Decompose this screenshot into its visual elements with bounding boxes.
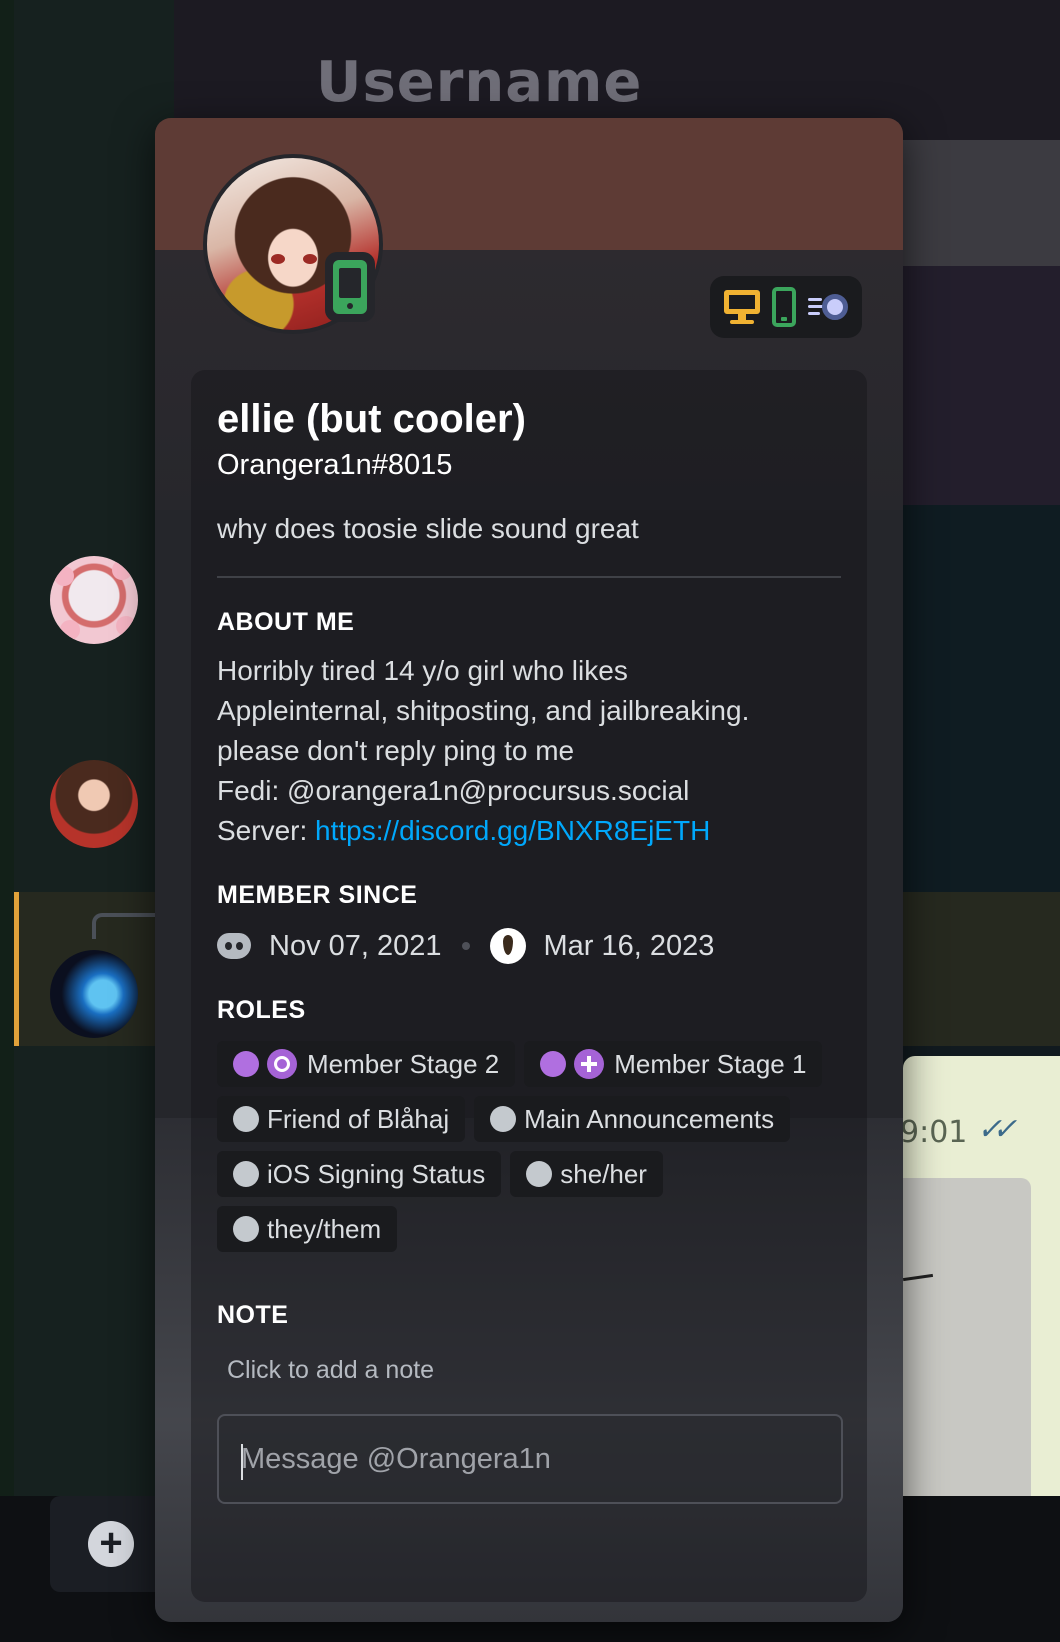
chat-timestamp: 9:01: [900, 1115, 968, 1150]
role-name: iOS Signing Status: [267, 1158, 486, 1189]
about-me-line: Appleinternal, shitposting, and jailbrea…: [217, 695, 750, 726]
role-pill[interactable]: iOS Signing Status: [217, 1151, 502, 1197]
role-color-dot[interactable]: [233, 1106, 259, 1132]
display-name: ellie (but cooler): [217, 397, 526, 441]
discord-logo-icon: [217, 933, 251, 959]
role-pill[interactable]: she/her: [510, 1151, 663, 1197]
separator-dot: [461, 942, 470, 950]
nitro-speed-line: [808, 298, 822, 301]
about-me-text: Horribly tired 14 y/o girl who likes App…: [217, 651, 841, 851]
message-author-avatar[interactable]: [50, 556, 138, 644]
desktop-icon[interactable]: [724, 290, 760, 324]
message-author-avatar[interactable]: [50, 950, 138, 1038]
profile-info-card: ellie (but cooler) Orangera1n#8015 why d…: [191, 370, 867, 1602]
avatar-eye: [303, 254, 317, 264]
about-me-line: Fedi: @orangera1n@procursus.social: [217, 775, 690, 806]
avatar-flower: [60, 620, 80, 640]
reply-connector: [92, 913, 162, 939]
role-ring-icon: [267, 1049, 297, 1079]
nitro-ring: [822, 294, 848, 320]
mobile-icon[interactable]: [772, 287, 796, 327]
direct-message-box[interactable]: [217, 1414, 843, 1504]
role-color-dot[interactable]: [233, 1161, 259, 1187]
nitro-icon[interactable]: [808, 292, 848, 322]
discord-join-date: Nov 07, 2021: [269, 929, 442, 962]
role-name: Friend of Blåhaj: [267, 1103, 450, 1134]
header-bar: [903, 140, 1060, 266]
role-name: Member Stage 2: [307, 1048, 500, 1079]
role-color-dot[interactable]: [233, 1216, 259, 1242]
role-name: Main Announcements: [524, 1103, 775, 1134]
device-badges: [710, 276, 862, 338]
message-author-avatar[interactable]: [50, 760, 138, 848]
user-tag[interactable]: Orangera1n#8015: [217, 448, 841, 482]
role-pill[interactable]: Member Stage 2: [217, 1041, 516, 1087]
server-invite-link[interactable]: https://discord.gg/BNXR8EjETH: [315, 815, 710, 846]
text-caret: [241, 1444, 243, 1480]
server-join-date: Mar 16, 2023: [543, 929, 715, 962]
note-title: Note: [217, 1301, 289, 1329]
channel-header-title: Username: [316, 50, 643, 115]
avatar-flower: [112, 560, 132, 580]
roles-list: Member Stage 2 Member Stage 1 Friend of …: [217, 1041, 857, 1261]
role-plus-icon: [574, 1049, 605, 1079]
roles-title: Roles: [217, 996, 306, 1024]
role-pill[interactable]: Friend of Blåhaj: [217, 1096, 466, 1142]
user-profile-popout: ellie (but cooler) Orangera1n#8015 why d…: [155, 118, 903, 1622]
avatar-flower: [116, 616, 136, 636]
read-receipt-icon: ✓✓: [977, 1113, 1017, 1146]
desktop-foot: [730, 320, 754, 324]
about-me-line: Server: https://discord.gg/BNXR8EjETH: [217, 811, 841, 851]
avatar-eye: [271, 254, 285, 264]
divider: [217, 576, 841, 578]
about-me-title: About Me: [217, 608, 355, 636]
desktop-screen: [724, 290, 760, 314]
role-pill[interactable]: Member Stage 1: [524, 1041, 823, 1087]
nitro-speed-line: [808, 312, 820, 315]
role-name: they/them: [267, 1213, 382, 1244]
role-pill[interactable]: they/them: [217, 1206, 398, 1252]
member-since-title: Member Since: [217, 881, 418, 909]
avatar-flower: [54, 566, 74, 586]
add-attachment-button[interactable]: +: [88, 1521, 134, 1567]
attachment-photo: [903, 1178, 1031, 1496]
role-color-dot[interactable]: [540, 1051, 567, 1077]
phone-glyph: [333, 260, 367, 314]
role-color-dot[interactable]: [526, 1161, 553, 1187]
role-color-dot[interactable]: [233, 1051, 259, 1077]
note-input[interactable]: [217, 1350, 837, 1390]
member-since-row: Nov 07, 2021 Mar 16, 2023: [217, 926, 841, 966]
direct-message-input[interactable]: [219, 1416, 841, 1502]
role-pill[interactable]: Main Announcements: [474, 1096, 791, 1142]
about-me-line: please don't reply ping to me: [217, 735, 575, 766]
server-icon[interactable]: [489, 928, 526, 964]
custom-status: why does toosie slide sound great: [217, 513, 639, 544]
role-name: Member Stage 1: [614, 1048, 807, 1079]
role-color-dot[interactable]: [490, 1106, 517, 1132]
server-label: Server:: [217, 815, 316, 846]
about-me-line: Horribly tired 14 y/o girl who likes: [217, 655, 628, 686]
role-name: she/her: [560, 1158, 647, 1189]
background-strip: [0, 0, 14, 1642]
mobile-status-icon: [325, 252, 375, 322]
